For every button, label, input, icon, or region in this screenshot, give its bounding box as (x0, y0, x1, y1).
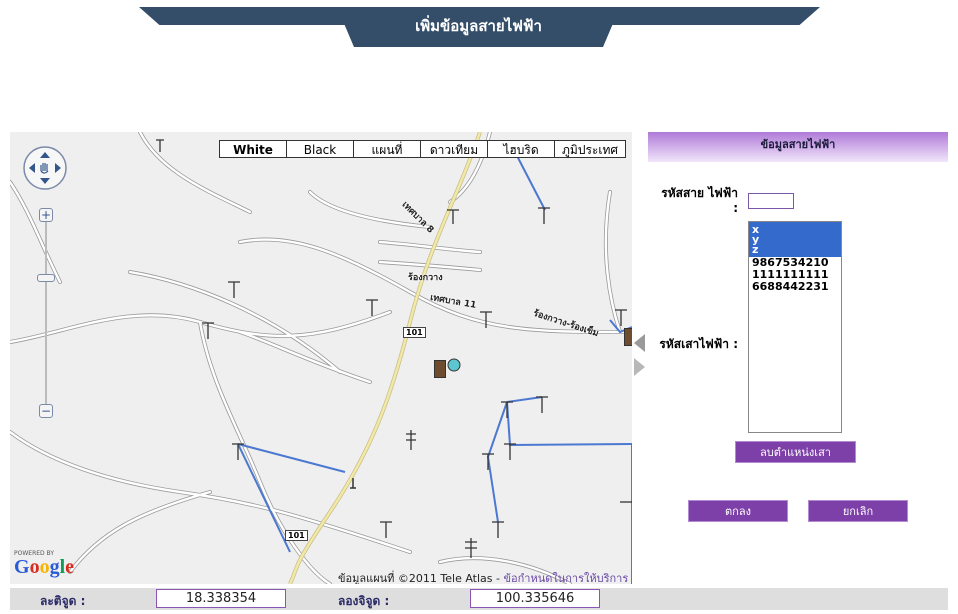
collapse-left-arrow-icon[interactable] (634, 334, 645, 352)
street-label: ร้องกวาง (408, 273, 443, 283)
wire-code-label: รหัสสาย ไฟฟ้า : (661, 186, 738, 215)
zoom-slider-thumb[interactable] (37, 274, 55, 282)
maptype-white[interactable]: White (219, 140, 287, 158)
map-marker[interactable] (434, 360, 446, 378)
pin-icon (350, 478, 356, 489)
page-title: เพิ่มข้อมูลสายไฟฟ้า (415, 17, 542, 35)
zoom-out-button[interactable]: − (39, 404, 53, 418)
maptype-terrain[interactable]: ภูมิประเทศ (554, 140, 626, 158)
wire-code-input[interactable] (748, 193, 794, 209)
maptype-satellite[interactable]: ดาวเทียม (420, 140, 488, 158)
maptype-hybrid[interactable]: ไฮบริด (487, 140, 555, 158)
pole-option[interactable]: x (749, 222, 841, 235)
route-shield: 101 (285, 530, 308, 541)
maptype-black[interactable]: Black (286, 140, 354, 158)
map-view[interactable]: White Black แผนที่ ดาวเทียม ไฮบริด ภูมิป… (10, 132, 632, 584)
maptype-map[interactable]: แผนที่ (353, 140, 421, 158)
panel-title: ข้อมูลสายไฟฟ้า (648, 132, 948, 162)
delete-pole-button[interactable]: ลบตำแหน่งเสา (735, 441, 856, 463)
copyright-text: ข้อมูลแผนที่ ©2011 Tele Atlas - (338, 572, 504, 584)
expand-right-arrow-icon[interactable] (634, 358, 645, 376)
route-shield: 101 (403, 327, 426, 338)
cancel-button[interactable]: ยกเลิก (808, 500, 908, 522)
terms-link[interactable]: ข้อกำหนดในการให้บริการ (503, 572, 628, 584)
ok-button[interactable]: ตกลง (688, 500, 788, 522)
zoom-track[interactable] (45, 212, 47, 412)
latitude-label: ละติจูด : (40, 594, 86, 608)
map-roads (10, 132, 632, 584)
map-copyright: ข้อมูลแผนที่ ©2011 Tele Atlas - ข้อกำหนด… (338, 569, 628, 584)
coordinates-bar: ละติจูด : 18.338354 ลองจิจูด : 100.33564… (10, 588, 948, 610)
pole-option[interactable]: y (749, 234, 841, 245)
google-logo[interactable]: Google (14, 556, 74, 579)
pole-code-label: รหัสเสาไฟฟ้า : (659, 337, 738, 351)
map-marker[interactable] (624, 328, 632, 346)
longitude-value: 100.335646 (470, 589, 600, 608)
pole-code-listbox[interactable]: x y z 9867534210 1111111111 6688442231 (748, 221, 842, 433)
pole-option[interactable]: 6688442231 (749, 281, 841, 293)
character-marker-icon[interactable] (446, 357, 462, 373)
pan-control[interactable] (21, 144, 69, 192)
longitude-label: ลองจิจูด : (338, 594, 390, 608)
latitude-value: 18.338354 (156, 589, 286, 608)
zoom-in-button[interactable]: + (39, 208, 53, 222)
